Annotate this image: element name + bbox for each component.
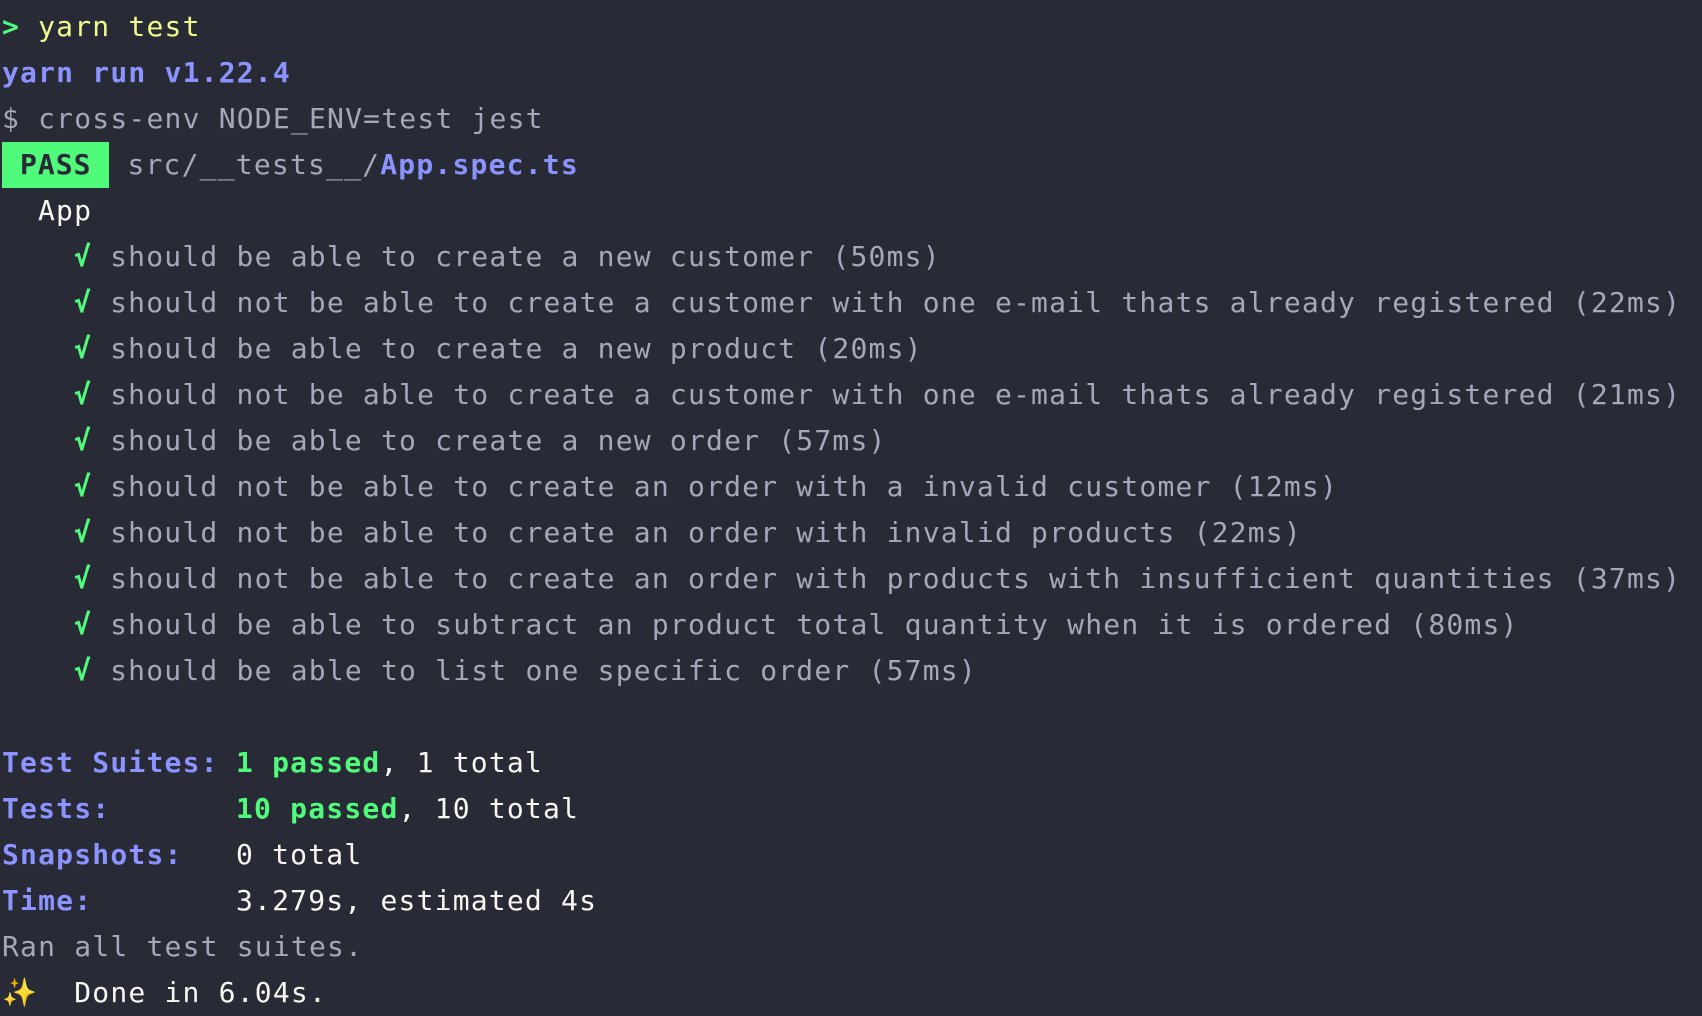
test-case-row: √ should not be able to create a custome… [2,280,1700,326]
summary-test-suites: Test Suites: 1 passed, 1 total [2,740,1700,786]
summary-tests-total: , 10 total [398,792,580,825]
script-command-line: $ cross-env NODE_ENV=test jest [2,102,544,135]
ran-all-suites-line: Ran all test suites. [2,930,364,963]
check-icon: √ [74,516,93,549]
yarn-version-line: yarn run v1.22.4 [2,56,291,89]
check-icon: √ [74,562,93,595]
test-file-directory: src/__tests__/ [127,148,381,181]
check-icon: √ [74,240,93,273]
check-icon: √ [74,654,93,687]
check-icon: √ [74,332,93,365]
describe-block-title: App [38,194,93,227]
test-case-row: √ should be able to create a new custome… [2,234,1700,280]
sparkles-icon: ✨ [2,976,39,1009]
summary-label-time: Time: [2,884,93,917]
test-case-row: √ should not be able to create an order … [2,510,1700,556]
test-case-row: √ should be able to list one specific or… [2,648,1700,694]
prompt-caret: > [2,10,21,43]
test-case-row: √ should be able to subtract an product … [2,602,1700,648]
done-text: Done in 6.04s. [74,976,328,1009]
test-case-text: should be able to create a new customer … [110,240,941,273]
pass-badge: PASS [2,142,110,188]
check-icon: √ [74,470,93,503]
test-case-row: √ should not be able to create a custome… [2,372,1700,418]
test-file-name: App.spec.ts [380,148,579,181]
summary-suites-total: , 1 total [380,746,543,779]
summary-label-snapshots: Snapshots: [2,838,183,871]
summary-label-tests: Tests: [2,792,111,825]
check-icon: √ [74,378,93,411]
test-case-text: should not be able to create an order wi… [110,562,1682,595]
check-icon: √ [74,608,93,641]
check-icon: √ [74,286,93,319]
summary-tests-passed: 10 passed [236,792,399,825]
summary-suites-passed: 1 passed [236,746,381,779]
done-line: ✨ Done in 6.04s. [2,970,1700,1016]
test-case-text: should not be able to create a customer … [110,378,1682,411]
prompt-line: > yarn test [2,4,1700,50]
test-case-text: should not be able to create an order wi… [110,470,1339,503]
summary-time: Time: 3.279s, estimated 4s [2,878,1700,924]
test-case-text: should not be able to create a customer … [110,286,1682,319]
summary-tests: Tests: 10 passed, 10 total [2,786,1700,832]
test-case-text: should be able to create a new order (57… [110,424,887,457]
prompt-command: yarn test [38,10,201,43]
test-case-text: should be able to create a new product (… [110,332,923,365]
test-case-text: should be able to subtract an product to… [110,608,1519,641]
check-icon: √ [74,424,93,457]
summary-label-suites: Test Suites: [2,746,219,779]
test-file-result-line: PASS src/__tests__/App.spec.ts [2,142,1700,188]
terminal-output: > yarn test yarn run v1.22.4 $ cross-env… [2,4,1700,1016]
test-case-row: √ should be able to create a new product… [2,326,1700,372]
test-case-text: should not be able to create an order wi… [110,516,1302,549]
test-case-text: should be able to list one specific orde… [110,654,977,687]
summary-time-value: 3.279s, estimated 4s [236,884,598,917]
test-case-row: √ should not be able to create an order … [2,556,1700,602]
summary-snapshots: Snapshots: 0 total [2,832,1700,878]
test-case-list: √ should be able to create a new custome… [2,234,1700,694]
test-case-row: √ should be able to create a new order (… [2,418,1700,464]
test-case-row: √ should not be able to create an order … [2,464,1700,510]
summary-snapshots-value: 0 total [236,838,363,871]
